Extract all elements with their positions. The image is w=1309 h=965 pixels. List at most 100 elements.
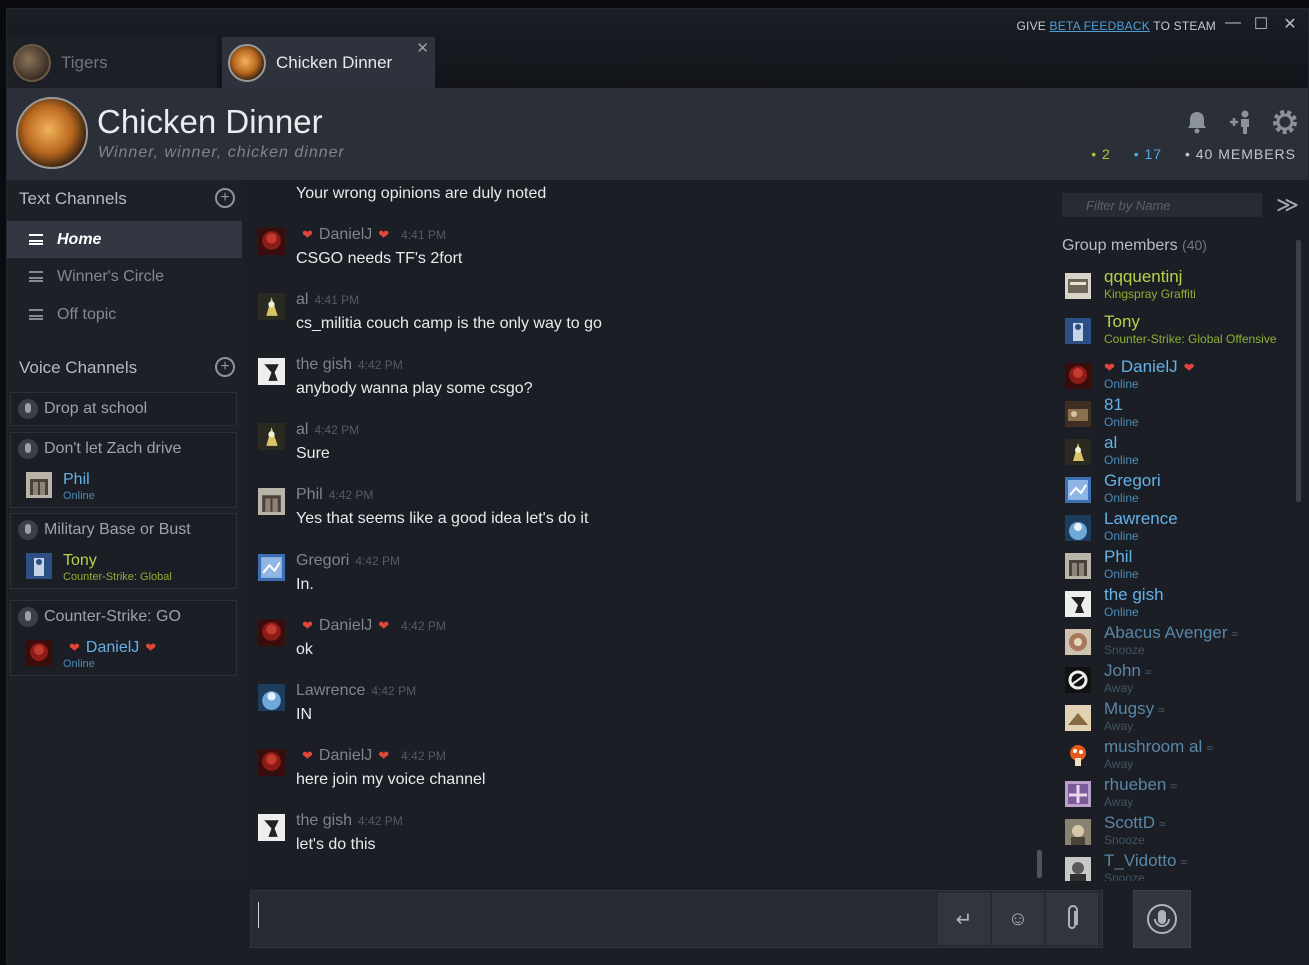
- message-text: Your wrong opinions are duly noted: [296, 185, 547, 202]
- message-time: 4:42 PM: [401, 749, 446, 763]
- input-bar: ↵ ☺: [7, 881, 1309, 965]
- voice-chat-button[interactable]: [1133, 890, 1191, 948]
- group-members-label: Group members: [1062, 237, 1178, 254]
- member-status: Snooze: [1104, 643, 1145, 657]
- minimize-button[interactable]: —: [1222, 14, 1244, 32]
- message-author[interactable]: Phil: [296, 486, 323, 503]
- channel-home[interactable]: Home: [7, 221, 242, 258]
- member-status: Online: [1104, 377, 1139, 391]
- al-avatar[interactable]: [258, 423, 285, 450]
- voice-channel-dont-let-zach-drive[interactable]: Don't let Zach drive Phil Online: [10, 432, 237, 508]
- member-item[interactable]: rhueben ≈ Away: [1062, 775, 1292, 813]
- member-item[interactable]: Phil Online: [1062, 547, 1292, 585]
- danielj-avatar[interactable]: [258, 228, 285, 255]
- message-author[interactable]: the gish: [296, 812, 352, 829]
- phil-avatar[interactable]: [258, 488, 285, 515]
- text-caret: [258, 902, 259, 928]
- member-item[interactable]: John ≈ Away: [1062, 661, 1292, 699]
- heart-icon: ❤: [302, 748, 313, 763]
- danielj-avatar[interactable]: [258, 749, 285, 776]
- member-scrollbar[interactable]: [1296, 240, 1301, 502]
- channel-label: Winner's Circle: [57, 267, 165, 285]
- chat-scrollbar[interactable]: [1037, 850, 1042, 878]
- message-time: 4:42 PM: [355, 554, 401, 568]
- heart-icon: ❤: [378, 227, 390, 242]
- voice-user[interactable]: Phil Online: [11, 465, 236, 507]
- group-avatar: [16, 97, 88, 169]
- message-text: anybody wanna play some csgo?: [296, 380, 533, 397]
- message-author[interactable]: al: [296, 421, 308, 438]
- message-author[interactable]: the gish: [296, 356, 352, 373]
- member-status: Online: [1104, 453, 1139, 467]
- voice-channel-drop-at-school[interactable]: Drop at school: [10, 392, 237, 426]
- heart-icon: ❤: [302, 618, 313, 633]
- voice-channel-military-base-or-bust[interactable]: Military Base or Bust Tony Counter-Strik…: [10, 513, 237, 589]
- member-item[interactable]: qqquentinj Kingspray Graffiti: [1062, 267, 1292, 305]
- group-header: Chicken Dinner Winner, winner, chicken d…: [7, 88, 1308, 180]
- add-voice-channel-button[interactable]: +: [215, 357, 235, 377]
- add-text-channel-button[interactable]: +: [215, 188, 235, 208]
- tab-tigers[interactable]: Tigers: [7, 37, 217, 88]
- in-game-count: • 2: [1091, 146, 1111, 162]
- member-status: Online: [1104, 491, 1139, 505]
- lawrence-avatar[interactable]: [258, 684, 285, 711]
- message-author[interactable]: Lawrence: [296, 682, 365, 699]
- microphone-icon: [18, 439, 38, 459]
- member-name: Mugsy ≈: [1104, 699, 1165, 719]
- the-gish-avatar[interactable]: [258, 358, 285, 385]
- voice-user[interactable]: Tony Counter-Strike: Global: [11, 546, 236, 588]
- window-close-button[interactable]: ✕: [1279, 14, 1301, 34]
- member-item[interactable]: 81 Online: [1062, 395, 1292, 433]
- member-status: Online: [1104, 605, 1139, 619]
- beta-feedback-link[interactable]: BETA FEEDBACK: [1050, 19, 1150, 33]
- microphone-icon: [18, 399, 38, 419]
- the-gish-avatar[interactable]: [258, 814, 285, 841]
- member-item[interactable]: ScottD ≈ Snooze: [1062, 813, 1292, 851]
- message-text: cs_militia couch camp is the only way to…: [296, 315, 602, 332]
- mugsy-avatar: [1065, 705, 1091, 731]
- tony-avatar: [26, 553, 52, 579]
- invite-friend-icon[interactable]: [1227, 108, 1255, 136]
- gregori-avatar[interactable]: [258, 554, 285, 581]
- channel-off-topic[interactable]: Off topic: [7, 296, 242, 333]
- member-name: Gregori: [1104, 471, 1161, 490]
- channel-winners-circle[interactable]: Winner's Circle: [7, 258, 242, 295]
- message-author[interactable]: DanielJ: [319, 747, 372, 764]
- message-input[interactable]: ↵ ☺: [250, 890, 1103, 948]
- attach-button[interactable]: [1046, 893, 1098, 945]
- tab-close-icon[interactable]: ✕: [416, 39, 429, 57]
- danielj-avatar[interactable]: [258, 619, 285, 646]
- member-item[interactable]: mushroom al ≈ Away: [1062, 737, 1292, 775]
- message-author[interactable]: Gregori: [296, 552, 349, 569]
- member-item[interactable]: al Online: [1062, 433, 1292, 471]
- message-author[interactable]: al: [296, 291, 308, 308]
- maximize-button[interactable]: ☐: [1250, 14, 1272, 34]
- member-item[interactable]: Gregori Online: [1062, 471, 1292, 509]
- member-item[interactable]: the gish Online: [1062, 585, 1292, 623]
- lawrence-avatar: [1065, 515, 1091, 541]
- message-time: 4:41 PM: [314, 293, 360, 307]
- chat-log: Your wrong opinions are duly noted ❤ Dani…: [242, 180, 1048, 881]
- member-item[interactable]: Lawrence Online: [1062, 509, 1292, 547]
- send-button[interactable]: ↵: [938, 893, 990, 945]
- member-item[interactable]: Mugsy ≈ Away: [1062, 699, 1292, 737]
- gear-icon[interactable]: [1271, 108, 1299, 136]
- tab-chicken-dinner[interactable]: Chicken Dinner ✕: [222, 37, 435, 88]
- message-author[interactable]: DanielJ: [319, 617, 372, 634]
- voice-channel-counter-strike-go[interactable]: Counter-Strike: GO ❤ DanielJ ❤ Online: [10, 600, 237, 676]
- member-name-text: ScottD: [1104, 813, 1156, 832]
- chicken-dinner-avatar: [228, 43, 266, 82]
- beta-prefix: GIVE: [1016, 19, 1046, 33]
- member-name-text: rhueben: [1104, 775, 1167, 794]
- member-item[interactable]: ❤ DanielJ ❤ Online: [1062, 357, 1292, 395]
- member-item[interactable]: Abacus Avenger ≈ Snooze: [1062, 623, 1292, 661]
- emoticon-button[interactable]: ☺: [992, 893, 1044, 945]
- al-avatar[interactable]: [258, 293, 285, 320]
- heart-icon: ❤: [1104, 360, 1115, 375]
- member-item[interactable]: Tony Counter-Strike: Global Offensive: [1062, 312, 1292, 350]
- collapse-members-button[interactable]: ≫: [1276, 192, 1299, 218]
- message-author[interactable]: DanielJ: [319, 226, 372, 243]
- bell-icon[interactable]: [1183, 108, 1211, 136]
- filter-by-name-input[interactable]: [1062, 193, 1262, 217]
- voice-user[interactable]: ❤ DanielJ ❤ Online: [11, 633, 236, 675]
